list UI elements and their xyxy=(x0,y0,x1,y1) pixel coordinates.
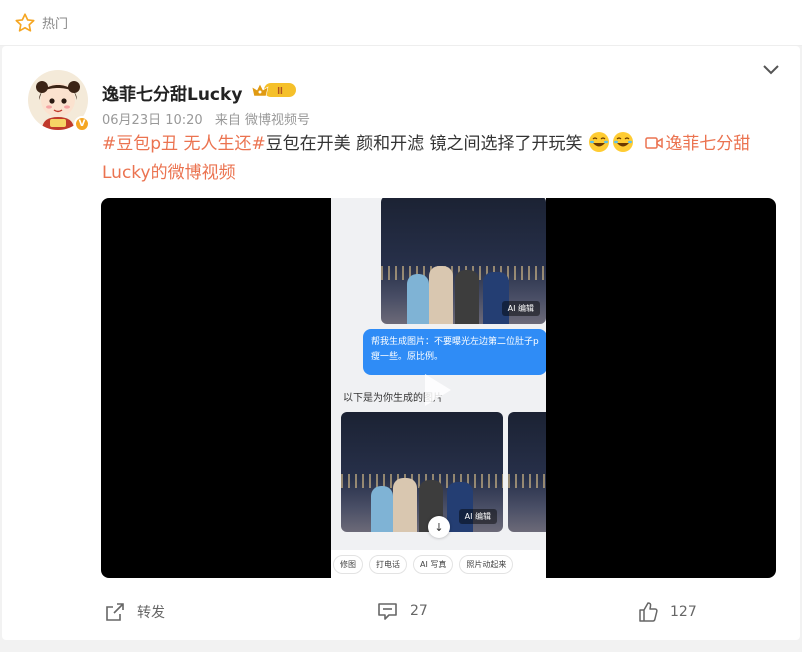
chevron-down-icon[interactable] xyxy=(762,64,780,76)
play-icon[interactable] xyxy=(411,366,459,414)
like-button[interactable]: 127 xyxy=(638,602,697,622)
username[interactable]: 逸菲七分甜Lucky xyxy=(102,80,242,105)
video-photo-top: AI 编辑 xyxy=(381,198,546,324)
video-player[interactable]: AI 编辑 帮我生成图片：不要曝光左边第二位肚子p瘦一些。原比例。 以下是为你生… xyxy=(101,198,776,578)
post-meta: 06月23日 10:20 来自 微博视频号 xyxy=(102,109,318,128)
weibo-post-card: V 逸菲七分甜Lucky II 06月23日 10:20 来自 微博视频号 #豆… xyxy=(2,46,800,640)
ai-edit-tag: AI 编辑 xyxy=(501,301,540,316)
post-time[interactable]: 06月23日 10:20 xyxy=(102,113,203,128)
comment-button[interactable]: 27 xyxy=(377,602,428,620)
hashtag-link[interactable]: #豆包p丑 无人生还# xyxy=(102,134,266,154)
tool-call: 打电话 xyxy=(369,554,407,574)
video-toolbar: 修图 打电话 AI 写真 照片动起来 xyxy=(331,550,546,578)
post-actions: 转发 27 127 xyxy=(2,602,800,628)
comment-icon xyxy=(378,603,397,620)
post-source: 来自 微博视频号 xyxy=(214,113,310,128)
rank-badge-icon: II xyxy=(251,83,296,97)
tool-ai-portrait: AI 写真 xyxy=(413,554,454,574)
star-outline-icon xyxy=(15,12,35,32)
tool-animate: 照片动起来 xyxy=(459,554,514,574)
hot-section-header: 热门 xyxy=(0,0,802,46)
arrow-down-icon: ↓ xyxy=(428,516,450,538)
laugh-emoji-icon xyxy=(612,132,633,152)
share-icon xyxy=(106,603,124,621)
video-photo-side xyxy=(508,412,546,532)
tool-retouch: 修图 xyxy=(333,554,363,574)
video-frame: AI 编辑 帮我生成图片：不要曝光左边第二位肚子p瘦一些。原比例。 以下是为你生… xyxy=(331,198,546,578)
thumbs-up-icon xyxy=(639,602,658,622)
ai-edit-tag: AI 编辑 xyxy=(458,509,497,524)
hot-label: 热门 xyxy=(42,17,69,32)
repost-label: 转发 xyxy=(137,605,165,621)
post-text: #豆包p丑 无人生还#豆包在开美 颜和开滤 镜之间选择了开玩笑 逸菲七分甜Luc… xyxy=(102,130,762,188)
comment-count: 27 xyxy=(410,603,428,619)
verified-badge: V xyxy=(74,116,90,132)
video-link-icon xyxy=(645,137,664,149)
laugh-emoji-icon xyxy=(588,132,609,152)
like-count: 127 xyxy=(670,604,697,620)
post-body: 豆包在开美 颜和开滤 镜之间选择了开玩笑 xyxy=(265,134,583,154)
video-photo-bottom: AI 编辑 xyxy=(341,412,503,532)
rank-badge-text: II xyxy=(277,86,283,97)
repost-button[interactable]: 转发 xyxy=(105,602,165,622)
